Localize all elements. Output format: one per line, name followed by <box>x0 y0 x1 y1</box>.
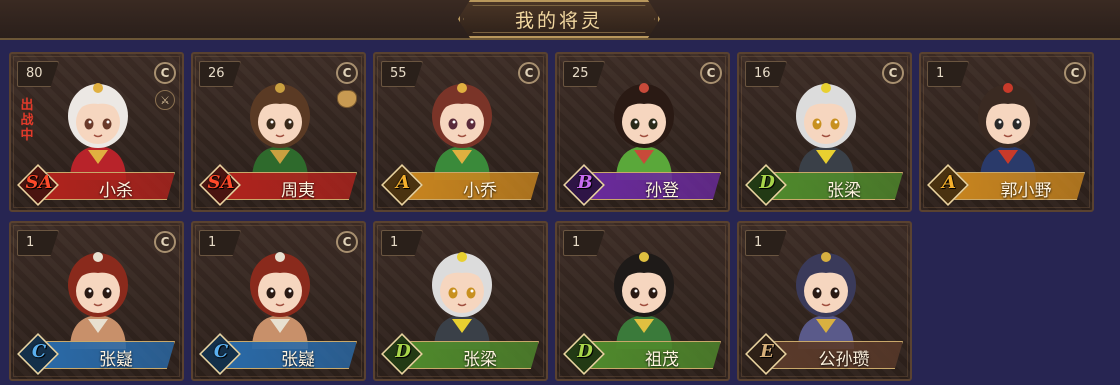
spirit-card[interactable]: 1 C 张嶷 C <box>191 221 366 381</box>
sword-icon: ⚔ <box>155 90 175 110</box>
portrait-avatar <box>958 68 1058 180</box>
spirit-card[interactable]: 1 C 张嶷 C <box>9 221 184 381</box>
grade-label: B <box>577 172 593 193</box>
spirit-card[interactable]: 1 张梁 D <box>373 221 548 381</box>
spirit-card[interactable]: 1 祖茂 D <box>555 221 730 381</box>
title-plate: 我的将灵 <box>458 0 660 38</box>
name-plate: 张嶷 <box>39 341 175 369</box>
grade-label: SA <box>207 172 235 193</box>
grade-label: C <box>31 341 47 362</box>
portrait-avatar <box>48 68 148 180</box>
spirit-card[interactable]: 1 公孙瓒 E <box>737 221 912 381</box>
spirit-card[interactable]: 80 C ⚔ 出战中 小杀 SA <box>9 52 184 212</box>
grade-label: A <box>396 172 410 193</box>
c-badge-icon: C <box>336 231 358 253</box>
name-plate: 小乔 <box>403 172 539 200</box>
name-plate: 张嶷 <box>221 341 357 369</box>
grade-label: D <box>395 341 411 362</box>
name-plate: 公孙瓒 <box>767 341 903 369</box>
name-plate: 周夷 <box>221 172 357 200</box>
pot-icon <box>337 90 357 108</box>
portrait-avatar <box>412 237 512 349</box>
spirit-card[interactable]: 25 C 孙登 B <box>555 52 730 212</box>
grade-label: C <box>213 341 229 362</box>
name-plate: 小杀 <box>39 172 175 200</box>
c-badge-icon: C <box>518 62 540 84</box>
portrait-avatar <box>230 68 330 180</box>
portrait-avatar <box>776 237 876 349</box>
c-badge-icon: C <box>1064 62 1086 84</box>
spirit-card[interactable]: 26 C 周夷 SA <box>191 52 366 212</box>
portrait-avatar <box>594 237 694 349</box>
name-plate: 张梁 <box>403 341 539 369</box>
grade-label: SA <box>25 172 53 193</box>
c-badge-icon: C <box>154 62 176 84</box>
c-badge-icon: C <box>882 62 904 84</box>
c-badge-icon: C <box>700 62 722 84</box>
portrait-avatar <box>776 68 876 180</box>
spirit-card[interactable]: 16 C 张梁 D <box>737 52 912 212</box>
portrait-avatar <box>48 237 148 349</box>
grade-label: D <box>759 172 775 193</box>
spirit-card[interactable]: 55 C 小乔 A <box>373 52 548 212</box>
spirit-card[interactable]: 1 C 郭小野 A <box>919 52 1094 212</box>
c-badge-icon: C <box>154 231 176 253</box>
grade-label: E <box>760 341 774 362</box>
deployed-label: 出战中 <box>20 98 34 143</box>
name-plate: 张梁 <box>767 172 903 200</box>
name-plate: 郭小野 <box>949 172 1085 200</box>
grade-label: D <box>577 341 593 362</box>
name-plate: 祖茂 <box>585 341 721 369</box>
top-bar: 我的将灵 <box>0 0 1120 40</box>
name-plate: 孙登 <box>585 172 721 200</box>
portrait-avatar <box>230 237 330 349</box>
portrait-avatar <box>594 68 694 180</box>
portrait-avatar <box>412 68 512 180</box>
page-title: 我的将灵 <box>514 9 603 32</box>
grade-label: A <box>942 172 956 193</box>
c-badge-icon: C <box>336 62 358 84</box>
